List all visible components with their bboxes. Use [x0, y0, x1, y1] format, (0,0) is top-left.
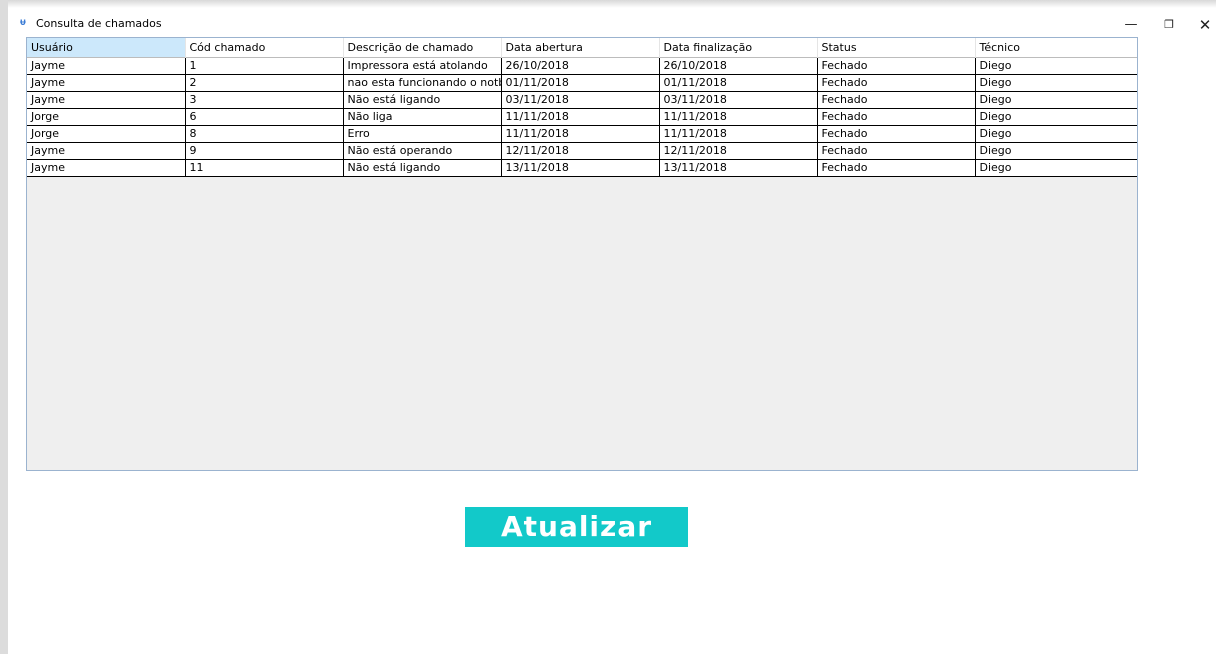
column-header[interactable]: Status — [817, 38, 976, 57]
table-cell[interactable]: Fechado — [816, 159, 976, 177]
table-row[interactable]: Jorge 6 Não liga 11/11/2018 11/11/2018 Fechad… — [27, 108, 1137, 126]
window-title: Consulta de chamados — [36, 17, 162, 30]
table-cell[interactable]: 8 — [184, 125, 344, 143]
window-shadow — [8, 0, 1216, 8]
title-bar[interactable]: ᵾ Consulta de chamados — ❐ ✕ — [16, 14, 1216, 36]
table-row[interactable]: Jayme 1 Impressora está atolando 26/10/2018… — [27, 56, 1137, 75]
table-cell[interactable]: Jorge — [27, 125, 186, 143]
table-row[interactable]: Jayme2nao esta funcionando o notboo(01/1… — [27, 74, 1137, 92]
table-cell[interactable]: 11/11/2018 — [500, 108, 660, 126]
table-cell[interactable]: 03/11/2018 — [658, 91, 818, 109]
app-window: ᵾ Consulta de chamados — ❐ ✕ Usuário Cód … — [0, 0, 1216, 654]
table-row[interactable]: Jayme 9 Não está operando 12/11/2018 12/11/2… — [27, 142, 1137, 160]
table-cell[interactable]: Fechado — [816, 125, 976, 143]
table-row[interactable]: Jayme 11 Não está ligando 13/11/2018 13/11/2… — [27, 159, 1137, 177]
column-header[interactable]: Data abertura — [501, 38, 660, 57]
table-cell[interactable]: nao esta funcionando o notboo( — [342, 74, 502, 92]
column-header[interactable]: Data finalização — [659, 38, 818, 57]
table-cell[interactable]: Não liga — [342, 108, 502, 126]
table-cell[interactable]: 26/10/2018 — [658, 56, 818, 75]
table-cell[interactable]: 9 — [184, 142, 344, 160]
table-cell[interactable]: Fechado — [816, 142, 976, 160]
table-cell[interactable]: Não está ligando — [342, 159, 502, 177]
table-cell[interactable]: Fechado — [816, 91, 976, 109]
table-cell[interactable]: 3 — [184, 91, 344, 109]
table-cell[interactable]: 13/11/2018 — [658, 159, 818, 177]
column-header[interactable]: Descrição de chamado — [343, 38, 502, 57]
table-cell[interactable]: 11/11/2018 — [658, 125, 818, 143]
table-cell[interactable]: 26/10/2018 — [500, 56, 660, 75]
table-cell[interactable]: Jayme — [27, 91, 186, 109]
table-cell[interactable]: 01/11/2018 — [658, 74, 818, 92]
table-cell[interactable]: Fechado — [816, 108, 976, 126]
table-cell[interactable]: Diego — [974, 159, 1137, 177]
table-cell[interactable]: Jayme — [27, 56, 186, 75]
table-row[interactable]: Jorge 8 Erro 11/11/2018 11/11/2018 Fechado Die… — [27, 125, 1137, 143]
table-cell[interactable]: Jorge — [27, 108, 186, 126]
table-cell[interactable]: Fechado — [816, 74, 976, 92]
table-cell[interactable]: Diego — [974, 142, 1137, 160]
table-cell[interactable]: Diego — [974, 125, 1137, 143]
column-header[interactable]: Cód chamado — [185, 38, 344, 57]
table-cell[interactable]: Fechado — [816, 56, 976, 75]
header-row: Usuário Cód chamado Descrição de chamado Da… — [27, 38, 1137, 57]
tickets-grid[interactable]: Usuário Cód chamado Descrição de chamado Da… — [26, 37, 1138, 471]
tickets-table: Usuário Cód chamado Descrição de chamado Da… — [27, 38, 1137, 177]
table-cell[interactable]: 11/11/2018 — [500, 125, 660, 143]
update-button[interactable]: Atualizar — [465, 507, 688, 547]
column-header[interactable]: Técnico — [975, 38, 1137, 57]
table-cell[interactable]: Diego — [974, 56, 1137, 75]
table-cell[interactable]: Jayme — [27, 142, 186, 160]
column-header[interactable]: Usuário — [27, 38, 186, 57]
table-cell[interactable]: Jayme — [27, 74, 186, 92]
table-cell[interactable]: 1 — [184, 56, 344, 75]
table-cell[interactable]: Diego — [974, 91, 1137, 109]
table-cell[interactable]: 11/11/2018 — [658, 108, 818, 126]
table-cell[interactable]: 6 — [184, 108, 344, 126]
close-button[interactable]: ✕ — [1190, 14, 1216, 36]
restore-button[interactable]: ❐ — [1154, 14, 1184, 36]
table-cell[interactable]: Impressora está atolando — [342, 56, 502, 75]
table-cell[interactable]: 11 — [184, 159, 344, 177]
table-cell[interactable]: Não está operando — [342, 142, 502, 160]
table-cell[interactable]: 12/11/2018 — [658, 142, 818, 160]
table-cell[interactable]: Jayme — [27, 159, 186, 177]
table-cell[interactable]: Diego — [974, 108, 1137, 126]
table-cell[interactable]: Não está ligando — [342, 91, 502, 109]
app-icon: ᵾ — [20, 17, 26, 28]
table-cell[interactable]: 2 — [184, 74, 344, 92]
table-cell[interactable]: 12/11/2018 — [500, 142, 660, 160]
table-cell[interactable]: 01/11/2018 — [500, 74, 660, 92]
minimize-button[interactable]: — — [1116, 14, 1146, 36]
table-cell[interactable]: Diego — [974, 74, 1137, 92]
table-cell[interactable]: Erro — [342, 125, 502, 143]
table-cell[interactable]: 03/11/2018 — [500, 91, 660, 109]
table-cell[interactable]: 13/11/2018 — [500, 159, 660, 177]
table-row[interactable]: Jayme 3 Não está ligando 03/11/2018 03/11/20… — [27, 91, 1137, 109]
